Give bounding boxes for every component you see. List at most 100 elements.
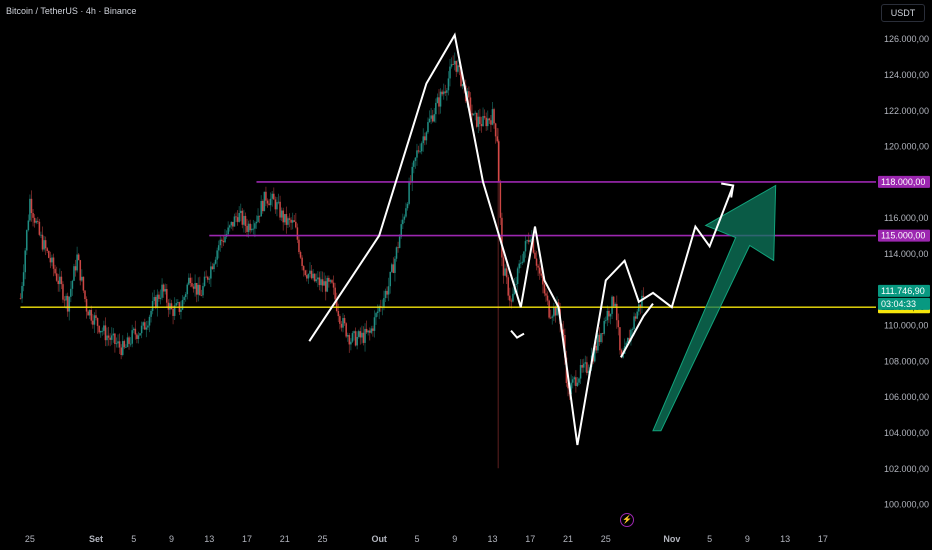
candle-body [367,330,369,333]
candle-body [25,230,28,251]
candle-body [272,193,275,200]
currency-selector[interactable]: USDT [881,4,925,22]
candle-body [115,343,118,345]
candle-body [136,334,138,339]
candle-body [302,266,305,271]
candle-body [241,210,244,225]
candle-body [491,109,494,125]
candle-body [211,266,214,270]
candle-body [232,221,234,227]
candle-body [228,225,231,228]
candle-body [634,316,637,319]
candle-body [32,213,34,218]
candle-body [101,330,104,332]
lightning-bolt-icon[interactable]: ⚡ [620,513,634,527]
price-chart[interactable]: 126.000,00 124.000,00 122.000,00 120.000,00… [0,0,932,550]
candle-body [98,325,100,333]
candle-body [600,333,602,343]
candle-body [529,239,532,242]
candle-body [516,268,519,285]
candle-body [433,114,436,122]
candle-body [243,215,245,225]
candle-body [304,270,307,276]
candle-body [74,266,77,271]
candle-body [357,331,360,337]
candle-body [334,287,336,300]
candle-body [280,210,283,218]
candle-body [483,116,486,118]
candle-body [238,212,240,222]
candle-body [457,65,459,72]
x-tick-label: 5 [414,534,419,544]
candle-body [312,273,314,279]
candle-body [191,283,193,287]
candle-body [104,325,107,341]
candle-body [636,311,639,319]
candle-body [614,303,616,307]
candle-body [235,216,237,218]
x-tick-label: 25 [25,534,35,544]
drawings [308,32,777,446]
candle-body [87,311,89,316]
candle-body [419,151,421,153]
candle-body [546,295,549,301]
candle-body [153,297,156,301]
candle-body [103,325,105,331]
candle-body [551,316,554,318]
candle-body [63,299,66,301]
candle-body [183,297,185,300]
candle-body [518,263,521,269]
candle-body [488,118,491,121]
y-tick-label: 116.000,00 [884,213,928,223]
candle-body [79,260,82,281]
candle-body [128,337,130,344]
candle-body [151,300,154,311]
candle-body [177,302,179,304]
candle-body [30,198,33,214]
x-tick-label: 21 [280,534,290,544]
y-tick-label: 110.000,00 [884,321,928,331]
candle-body [282,210,285,223]
x-tick-label: Set [89,534,103,544]
candle-body [402,219,404,225]
candle-body [276,202,278,210]
candle-body [490,120,492,125]
candle-body [328,277,330,282]
candle-body [392,264,395,273]
candle-body [321,279,324,286]
candle-body [439,91,442,107]
candle-body [154,297,157,308]
candle-body [77,254,80,261]
candle-body [54,268,56,274]
candle-body [159,297,162,299]
candle-body [27,220,30,231]
candle-body [55,273,58,281]
candle-body [398,236,401,248]
candle-body [132,328,135,331]
candle-body [250,228,253,231]
candle-body [405,208,407,217]
x-tick-label: Nov [663,534,680,544]
candle-body [472,113,475,116]
candle-body [307,273,310,279]
candle-body [597,334,599,351]
candle-body [486,118,489,127]
candle-body [288,218,291,220]
candle-body [324,281,327,292]
candle-body [219,239,222,246]
candle-body [197,284,200,295]
candle-body [346,335,349,337]
candle-body [224,236,226,243]
candle-body [438,97,440,107]
candle-body [452,64,454,65]
candle-body [540,273,543,276]
candle-body [430,115,432,119]
x-tick-label: 9 [745,534,750,544]
candle-body [631,329,634,330]
arrow-head [510,329,525,339]
candle-body [180,309,182,312]
candle-body [350,341,352,345]
y-tick-label: 104.000,00 [884,428,929,438]
candle-body [121,341,124,355]
x-tick-label: 5 [131,534,136,544]
